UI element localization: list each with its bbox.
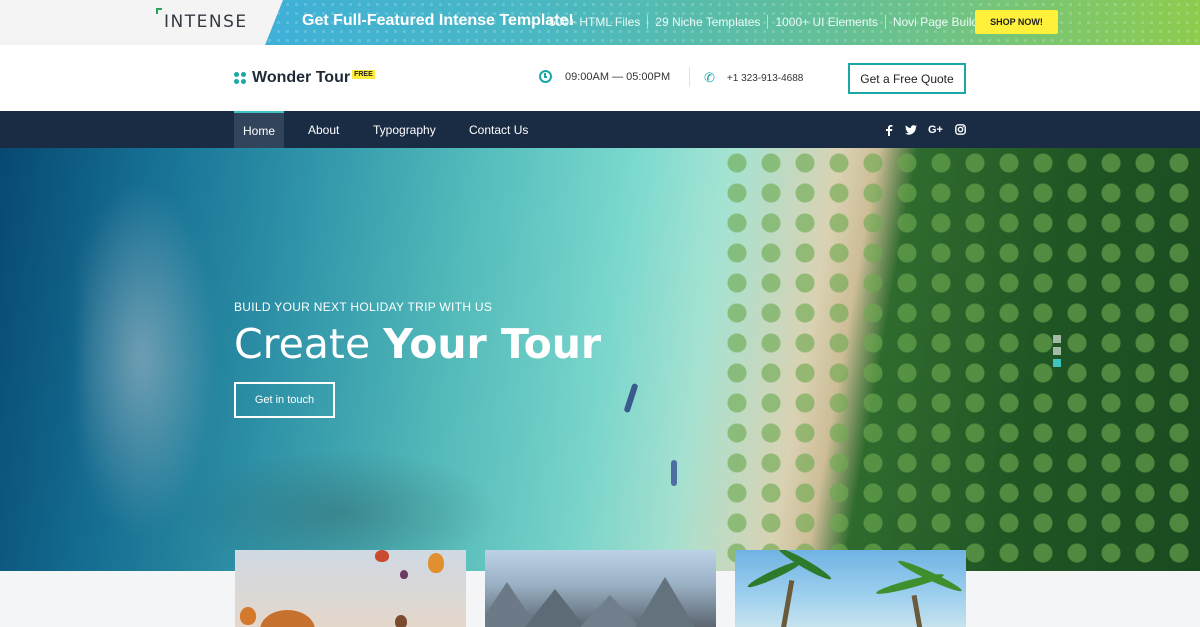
- logo-corner-icon: [156, 8, 162, 14]
- nav-item-contact[interactable]: Contact Us: [469, 111, 528, 148]
- promo-headline: Get Full-Featured Intense Template!: [302, 12, 574, 29]
- facebook-icon[interactable]: [885, 111, 893, 148]
- mountain-image: [525, 589, 585, 627]
- balloon-image: [240, 607, 256, 625]
- brand-name: Wonder Tour: [252, 69, 351, 86]
- shop-now-button[interactable]: SHOP NOW!: [975, 10, 1058, 34]
- mountain-image: [635, 577, 695, 627]
- promo-features: 500+ HTML Files 29 Niche Templates 1000+…: [549, 15, 996, 29]
- promo-bar: INTENSE Get Full-Featured Intense Templa…: [0, 0, 1200, 45]
- hero-subtitle: BUILD YOUR NEXT HOLIDAY TRIP WITH US: [234, 300, 493, 314]
- main-nav: Home About Typography Contact Us G+: [0, 111, 1200, 148]
- palm-trunk-image: [911, 594, 924, 627]
- tour-card-palms[interactable]: [735, 550, 966, 627]
- promo-feature: 500+ HTML Files: [549, 15, 641, 29]
- hours-text: 09:00AM — 05:00PM: [565, 70, 671, 83]
- header-divider: [689, 67, 690, 87]
- boat-image: [671, 460, 677, 486]
- balloon-image: [400, 570, 408, 579]
- brand-dots-icon: [234, 72, 246, 84]
- tour-card-mountains[interactable]: [485, 550, 716, 627]
- brand-logo[interactable]: Wonder Tour FREE: [234, 69, 375, 87]
- instagram-icon[interactable]: [955, 111, 966, 148]
- balloon-image: [428, 553, 444, 573]
- promo-feature: 29 Niche Templates: [647, 15, 767, 29]
- slider-pagination: [1053, 335, 1061, 371]
- phone-number: +1 323-913-4688: [726, 72, 804, 84]
- hero-slider: BUILD YOUR NEXT HOLIDAY TRIP WITH US Cre…: [0, 148, 1200, 571]
- free-badge: FREE: [352, 69, 375, 79]
- balloon-image: [395, 615, 407, 627]
- intense-logo-text: INTENSE: [164, 12, 248, 32]
- site-header: Wonder Tour FREE 09:00AM — 05:00PM ✆ +1 …: [0, 45, 1200, 111]
- intense-logo[interactable]: INTENSE: [156, 8, 248, 32]
- nav-item-typography[interactable]: Typography: [373, 111, 436, 148]
- tour-card-balloons[interactable]: [235, 550, 466, 627]
- palm-trunk-image: [780, 579, 795, 627]
- balloon-image: [375, 550, 389, 562]
- hero-palm-trees: [720, 148, 1200, 571]
- promo-feature: 1000+ UI Elements: [767, 15, 884, 29]
- slider-dot[interactable]: [1053, 347, 1061, 355]
- get-in-touch-button[interactable]: Get in touch: [234, 382, 335, 418]
- nav-item-home[interactable]: Home: [234, 111, 285, 148]
- hero-title: Create Your Tour: [234, 320, 601, 368]
- slider-dot[interactable]: [1053, 335, 1061, 343]
- nav-item-about[interactable]: About: [308, 111, 339, 148]
- hero-title-bold: Your Tour: [383, 320, 602, 368]
- google-plus-icon[interactable]: G+: [928, 111, 943, 148]
- balloon-image: [260, 610, 315, 627]
- clock-icon: [539, 70, 552, 83]
- phone-contact[interactable]: ✆ +1 323-913-4688: [704, 70, 803, 86]
- slider-dot-active[interactable]: [1053, 359, 1061, 367]
- phone-icon: ✆: [704, 70, 715, 85]
- hero-title-light: Create: [234, 320, 384, 368]
- twitter-icon[interactable]: [905, 111, 917, 148]
- working-hours: 09:00AM — 05:00PM: [539, 70, 670, 83]
- mountain-image: [580, 595, 640, 627]
- free-quote-button[interactable]: Get a Free Quote: [848, 63, 966, 94]
